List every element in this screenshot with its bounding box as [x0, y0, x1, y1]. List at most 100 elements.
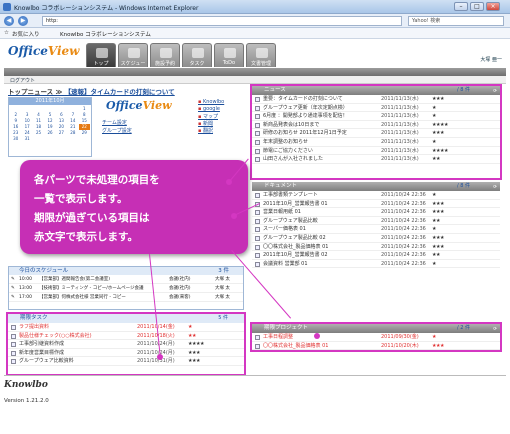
list-item[interactable]: 研修のお知らせ 2011年12月1日予定 2011/11/13(水) ★★★ — [252, 129, 500, 138]
project-panel-title: 期限プロジェクト — [264, 325, 309, 331]
item-title[interactable]: 重要：タイムカードの打刻について — [263, 95, 343, 103]
item-title[interactable]: 節電にご協力ください — [263, 147, 313, 155]
item-title[interactable]: 2011年10月_営業報告書 01 — [263, 200, 328, 208]
list-item[interactable]: 工事部書類テンプレート 2011/10/24 22:36 ★ — [252, 191, 500, 200]
item-date: 2011/11/13(水) — [381, 96, 419, 102]
window-titlebar: Knowlbo コラボレーションシステム - Windows Internet … — [0, 0, 510, 14]
item-title[interactable]: 新商品発表会は10日まで — [263, 121, 319, 129]
favorites-star-icon[interactable]: ☆ — [4, 30, 9, 36]
link-google[interactable]: google — [198, 106, 224, 113]
calendar-day[interactable]: 27 — [56, 130, 67, 136]
schedule-row[interactable]: ✎ 17:00 【営業部】何株式会社様 営業同行 - コピー 会議(来客) 大塚 太 — [9, 293, 243, 302]
list-item[interactable]: グループウェア製品比較 2011/10/24 22:36 ★★ — [252, 217, 500, 226]
link-news[interactable]: 新聞 — [198, 120, 224, 127]
team-settings-link[interactable]: チーム設定 — [102, 119, 132, 127]
tab-documents[interactable]: 文書管理 — [246, 43, 276, 67]
list-item[interactable]: 2011年10月_営業報告書 02 2011/10/24 22:36 ★★ — [252, 251, 500, 260]
item-title[interactable]: ラフ提出資料 — [19, 323, 49, 331]
list-item[interactable]: 製品仕様チェック(○○株式会社) 2011/10/18(火) ★★ — [8, 332, 244, 341]
documents-list: 工事部書類テンプレート 2011/10/24 22:36 ★ 2011年10月_営業報… — [252, 191, 500, 269]
list-item[interactable]: ラフ提出資料2011/10/14(金)★ — [8, 323, 244, 332]
forward-icon[interactable]: ▶ — [18, 16, 28, 26]
item-date: 2011/10/24 22:36 — [381, 260, 426, 267]
list-item[interactable]: 年末調整のお知らせ 2011/11/13(水) ★ — [252, 138, 500, 147]
close-button[interactable]: × — [486, 2, 500, 11]
schedule-row[interactable]: ✎ 13:00 【技術部】ミーティング - コピー/ホームページ会議 会議(社内) 大塚… — [9, 284, 243, 293]
favorites-button[interactable]: お気に入り — [12, 30, 40, 38]
link-knowlbo[interactable]: Knowlbo — [198, 99, 224, 106]
list-item[interactable]: 新商品発表会は10日まで 2011/11/13(水) ★★★★ — [252, 121, 500, 130]
tab-facility[interactable]: 施設予約 — [150, 43, 180, 67]
page-tab[interactable]: Knowlbo コラボレーションシステム — [60, 30, 151, 38]
item-title[interactable]: 〇〇株式会社_製品価格表 01 — [263, 243, 328, 251]
explanation-callout: 各パーツで未処理の項目を 一覧で表示します。 期限が過ぎている項目は 赤文字で表… — [20, 160, 248, 254]
schedule-list: ✎ 10:00 【営業部】週間報告会(第二会議室) 会議(社内) 大塚 太 ✎ 13:00 【… — [9, 275, 243, 302]
search-input[interactable]: Yahoo! 検索 — [408, 16, 504, 26]
item-title[interactable]: 製品仕様チェック(○○株式会社) — [19, 332, 92, 340]
tab-task[interactable]: タスク — [182, 43, 212, 67]
group-settings-link[interactable]: グループ設定 — [102, 127, 132, 135]
calendar-day[interactable]: 31 — [21, 136, 32, 142]
schedule-title[interactable]: 【技術部】ミーティング - コピー/ホームページ会議 — [39, 284, 144, 293]
list-item[interactable]: 営業日報用紙 01 2011/10/24 22:36 ★★★ — [252, 208, 500, 217]
link-map[interactable]: マップ — [198, 113, 224, 120]
item-title[interactable]: スーパー価格表 01 — [263, 225, 306, 233]
link-translate[interactable]: 翻訳 — [198, 127, 224, 134]
list-item[interactable]: 2011年10月_営業報告書 01 2011/10/24 22:36 ★★★ — [252, 200, 500, 209]
item-title[interactable]: グループウェア製品比較 — [263, 217, 318, 225]
tab-todo[interactable]: ToDo — [214, 43, 244, 67]
item-title[interactable]: 〇〇株式会社_製品価格表 01 — [263, 342, 328, 350]
list-item[interactable]: 〇〇株式会社_製品価格表 01 2011/10/24 22:36 ★★★ — [252, 243, 500, 252]
calendar-day[interactable]: 26 — [44, 130, 55, 136]
calendar-day[interactable]: 28 — [67, 130, 78, 136]
item-title[interactable]: 2011年10月_営業報告書 02 — [263, 251, 328, 259]
tab-top[interactable]: トップ — [86, 43, 116, 67]
maximize-button[interactable]: □ — [470, 2, 484, 11]
list-item[interactable]: 会議資料 営業部 01 2011/10/24 22:36 ★ — [252, 260, 500, 269]
item-title[interactable]: 工事部書類テンプレート — [263, 191, 318, 199]
url-input[interactable]: http: — [42, 16, 402, 26]
schedule-title[interactable]: 【営業部】週間報告会(第二会議室) — [39, 275, 110, 284]
list-item[interactable]: 工事部引継資料作成 2011/10/24(月) ★★★★ — [8, 340, 244, 349]
ie-icon — [3, 3, 11, 11]
item-title[interactable]: 営業日報用紙 01 — [263, 208, 301, 216]
list-item[interactable]: 山田さんが入社されました 2011/11/13(水) ★★ — [252, 155, 500, 164]
item-title[interactable]: 年末調整のお知らせ — [263, 138, 308, 146]
project-list: 工事日程調整 2011/09/30(金) ★ 〇〇株式会社_製品価格表 01 2011/… — [252, 333, 500, 351]
item-date: 2011/10/18(火) — [137, 332, 175, 339]
item-type-icon — [11, 342, 16, 348]
calendar-day[interactable]: 30 — [10, 136, 21, 142]
item-title[interactable]: グループウェア比較資料 — [19, 357, 74, 365]
back-icon[interactable]: ◀ — [4, 16, 14, 26]
item-title[interactable]: 工事日程調整 — [263, 333, 293, 341]
item-type-icon — [11, 350, 16, 356]
item-title[interactable]: 新年度営業目標作成 — [19, 349, 64, 357]
list-item[interactable]: グループウェア比較資料 2011/10/31(月) ★★★ — [8, 357, 244, 366]
calendar-day[interactable]: 25 — [33, 130, 44, 136]
item-title[interactable]: グループウェア製品比較 02 — [263, 234, 326, 242]
item-title[interactable]: 研修のお知らせ 2011年12月1日予定 — [263, 129, 347, 137]
item-title[interactable]: 工事部引継資料作成 — [19, 340, 64, 348]
minimize-button[interactable]: – — [454, 2, 468, 11]
top-news-headline[interactable]: トップニュース ≫ 【速報】タイムカードの打刻について — [8, 86, 175, 96]
list-item[interactable]: 工事日程調整 2011/09/30(金) ★ — [252, 333, 500, 342]
item-title[interactable]: 6月度 ：開発部より通達事項を配信！ — [263, 112, 348, 120]
tab-schedule[interactable]: スケジュール — [118, 43, 148, 74]
list-item[interactable]: 節電にご協力ください 2011/11/13(水) ★★★★ — [252, 147, 500, 156]
item-title[interactable]: 会議資料 営業部 01 — [263, 260, 308, 268]
list-item[interactable]: 〇〇株式会社_製品価格表 01 2011/10/20(木) ★★★ — [252, 342, 500, 351]
logout-button[interactable]: ログアウト — [10, 77, 35, 84]
list-item[interactable]: スーパー価格表 01 2011/10/24 22:36 ★ — [252, 225, 500, 234]
item-title[interactable]: 山田さんが入社されました — [263, 155, 323, 163]
list-item[interactable]: グループウェア製品比較 02 2011/10/24 22:36 ★★★ — [252, 234, 500, 243]
schedule-title[interactable]: 【営業部】何株式会社様 営業同行 - コピー — [39, 293, 126, 302]
list-item[interactable]: グループウェア更新（年次定期点検） 2011/11/13(水) ★ — [252, 104, 500, 113]
user-name[interactable]: 大塚 亜一 — [480, 56, 502, 63]
schedule-row[interactable]: ✎ 10:00 【営業部】週間報告会(第二会議室) 会議(社内) 大塚 太 — [9, 275, 243, 284]
calendar-day[interactable]: 29 — [79, 130, 90, 136]
list-item[interactable]: 新年度営業目標作成 2011/10/24(月) ★★★ — [8, 349, 244, 358]
documents-panel-header: ドキュメント/ 8 件 ⟳ — [252, 182, 500, 191]
item-title[interactable]: グループウェア更新（年次定期点検） — [263, 104, 348, 112]
list-item[interactable]: 重要：タイムカードの打刻について 2011/11/13(水) ★★★ — [252, 95, 500, 104]
list-item[interactable]: 6月度 ：開発部より通達事項を配信！ 2011/11/13(水) ★ — [252, 112, 500, 121]
